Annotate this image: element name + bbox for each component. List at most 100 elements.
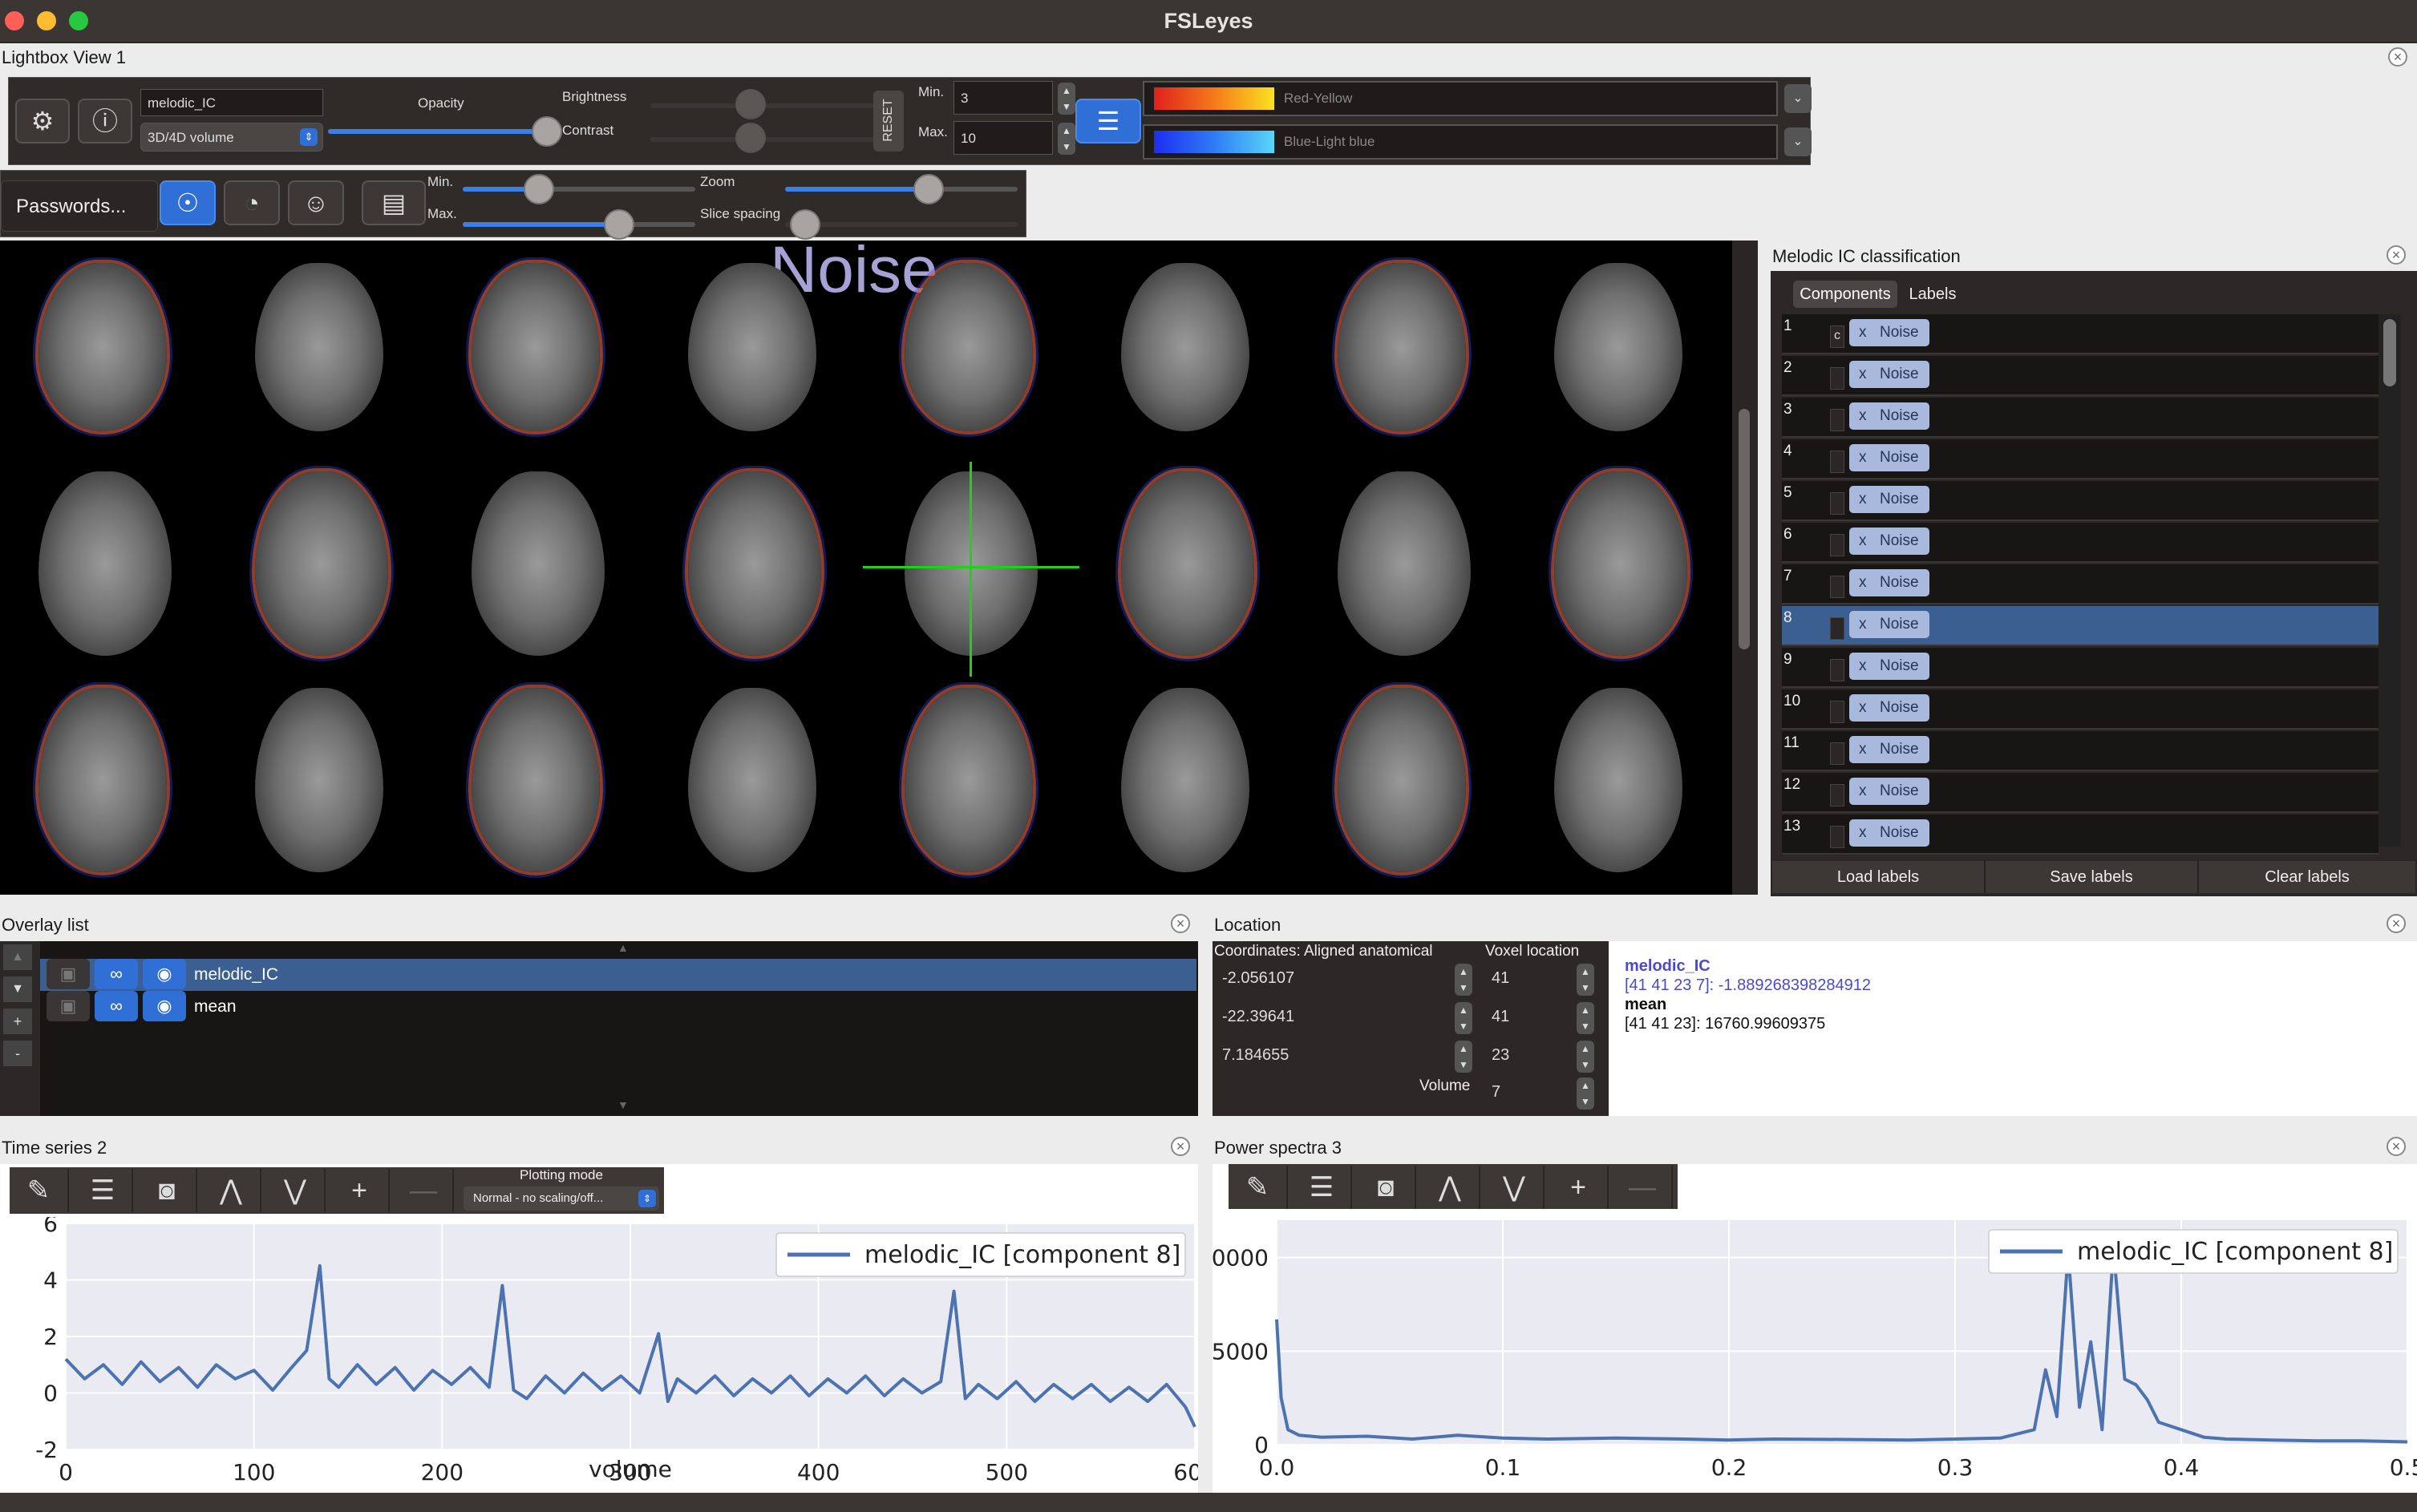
min-spinner[interactable]: ▲ ▼ xyxy=(1058,83,1075,115)
slice-grid-icon[interactable]: ▤ xyxy=(362,180,426,225)
remove-tag-icon[interactable]: x xyxy=(1859,319,1867,346)
component-checkbox[interactable] xyxy=(1830,617,1844,640)
component-row[interactable]: 7 x Noise xyxy=(1782,564,2379,604)
add-overlay-button[interactable]: + xyxy=(3,1009,32,1034)
save-labels-button[interactable]: Save labels xyxy=(1986,861,2199,893)
coord-z-spinner[interactable]: ▲ ▼ xyxy=(1455,1041,1472,1073)
add-series-icon[interactable]: + xyxy=(1549,1166,1609,1209)
list-icon[interactable]: ☰ xyxy=(74,1169,133,1212)
component-row[interactable]: 1 c x Noise xyxy=(1782,314,2379,354)
voxel-y-spinner[interactable]: ▲ ▼ xyxy=(1577,1002,1594,1034)
remove-tag-icon[interactable]: x xyxy=(1859,486,1867,513)
timeseries-plot-area[interactable]: 0100200300400500600-20246volumemelodic_I… xyxy=(0,1217,1198,1493)
coronal-view-icon[interactable]: ☺ xyxy=(288,180,344,225)
voxel-x-spinner[interactable]: ▲ ▼ xyxy=(1577,964,1594,996)
component-row[interactable]: 6 x Noise xyxy=(1782,523,2379,563)
voxel-z-field[interactable]: 23 xyxy=(1485,1039,1573,1071)
coord-y-spinner[interactable]: ▲ ▼ xyxy=(1455,1002,1472,1034)
visibility-eye-icon[interactable]: ◉ xyxy=(143,959,186,989)
negative-colormap-select[interactable]: Blue-Light blue xyxy=(1143,124,1778,160)
component-row[interactable]: 3 x Noise xyxy=(1782,398,2379,438)
label-tag[interactable]: x Noise xyxy=(1849,694,1929,722)
remove-tag-icon[interactable]: x xyxy=(1859,402,1867,430)
camera-screenshot-icon[interactable]: ◙ xyxy=(138,1169,197,1212)
info-icon[interactable]: ⓘ xyxy=(78,99,132,144)
component-checkbox[interactable] xyxy=(1830,409,1844,431)
component-checkbox[interactable]: c xyxy=(1830,325,1844,348)
overlay-row-melodic[interactable]: ▣ ∞ ◉ melodic_IC xyxy=(40,959,1196,991)
save-overlay-icon[interactable]: ▣ xyxy=(47,991,90,1021)
coord-x-field[interactable]: -2.056107 xyxy=(1216,962,1456,994)
label-tag[interactable]: x Noise xyxy=(1849,653,1929,680)
component-checkbox[interactable] xyxy=(1830,534,1844,556)
power-spectra-chart[interactable]: 0.00.10.20.30.40.50500010000melodic_IC [… xyxy=(1213,1209,2417,1493)
move-down-button[interactable]: ▼ xyxy=(3,976,32,1002)
label-tag[interactable]: x Noise xyxy=(1849,319,1929,346)
label-tag[interactable]: x Noise xyxy=(1849,528,1929,555)
list-scroll-down-icon[interactable]: ▼ xyxy=(617,1098,629,1111)
voxel-x-field[interactable]: 41 xyxy=(1485,962,1573,994)
volume-field[interactable]: 7 xyxy=(1485,1076,1573,1108)
zoom-handle[interactable] xyxy=(913,174,944,204)
negative-colormap-chevron-icon[interactable]: ⌄ xyxy=(1784,127,1812,156)
add-series-icon[interactable]: + xyxy=(330,1169,390,1212)
component-checkbox[interactable] xyxy=(1830,576,1844,598)
coord-z-field[interactable]: 7.184655 xyxy=(1216,1039,1456,1071)
overlay-name-field[interactable]: melodic_IC xyxy=(140,89,323,116)
link-overlay-icon[interactable]: ∞ xyxy=(95,959,138,989)
component-checkbox[interactable] xyxy=(1830,492,1844,515)
link-colormap-icon[interactable]: ☰ xyxy=(1075,99,1141,144)
label-tag[interactable]: x Noise xyxy=(1849,569,1929,596)
remove-tag-icon[interactable]: x xyxy=(1859,528,1867,555)
component-row[interactable]: 8 x Noise xyxy=(1782,606,2379,646)
component-checkbox[interactable] xyxy=(1830,367,1844,390)
component-checkbox[interactable] xyxy=(1830,451,1844,473)
component-row[interactable]: 5 x Noise xyxy=(1782,481,2379,521)
label-tag[interactable]: x Noise xyxy=(1849,611,1929,638)
component-row[interactable]: 9 x Noise xyxy=(1782,648,2379,688)
reset-button[interactable]: RESET xyxy=(873,91,904,152)
timeseries-chart[interactable]: 0100200300400500600-20246volumemelodic_I… xyxy=(0,1217,1198,1493)
overlay-type-select[interactable]: 3D/4D volume ⇕ xyxy=(140,123,323,152)
contrast-slider-handle[interactable] xyxy=(735,123,766,153)
label-tag[interactable]: x Noise xyxy=(1849,361,1929,388)
remove-tag-icon[interactable]: x xyxy=(1859,444,1867,471)
wrench-settings-icon[interactable]: ✎ xyxy=(10,1169,69,1212)
component-checkbox[interactable] xyxy=(1830,701,1844,723)
list-icon[interactable]: ☰ xyxy=(1293,1166,1352,1209)
settings-gear-icon[interactable]: ⚙ xyxy=(15,99,70,144)
component-checkbox[interactable] xyxy=(1830,742,1844,765)
component-scrollbar-thumb[interactable] xyxy=(2383,319,2396,386)
axial-view-icon[interactable]: ☉ xyxy=(160,180,216,225)
component-scrollbar[interactable] xyxy=(2379,314,2401,847)
min-value-field[interactable]: 3 xyxy=(953,81,1053,115)
remove-tag-icon[interactable]: x xyxy=(1859,653,1867,680)
brightness-slider[interactable] xyxy=(650,103,883,108)
coord-y-field[interactable]: -22.39641 xyxy=(1216,1001,1456,1033)
remove-series-icon[interactable]: — xyxy=(395,1169,454,1212)
tab-labels[interactable]: Labels xyxy=(1901,281,1965,308)
lightbox-canvas[interactable]: Noise xyxy=(0,233,1732,895)
export-data-icon[interactable]: ⋁ xyxy=(266,1169,326,1212)
move-up-button[interactable]: ▲ xyxy=(3,944,32,970)
remove-tag-icon[interactable]: x xyxy=(1859,694,1867,722)
lightbox-scrollbar-thumb[interactable] xyxy=(1739,409,1750,649)
remove-tag-icon[interactable]: x xyxy=(1859,611,1867,638)
component-row[interactable]: 12 x Noise xyxy=(1782,773,2379,813)
passwords-button[interactable]: Passwords... xyxy=(1,180,158,232)
power-plot-area[interactable]: 0.00.10.20.30.40.50500010000melodic_IC [… xyxy=(1213,1209,2417,1493)
label-tag[interactable]: x Noise xyxy=(1849,778,1929,805)
save-overlay-icon[interactable]: ▣ xyxy=(47,959,90,989)
brightness-slider-handle[interactable] xyxy=(735,89,766,119)
max-value-field[interactable]: 10 xyxy=(953,121,1053,155)
tab-components[interactable]: Components xyxy=(1793,281,1897,308)
remove-tag-icon[interactable]: x xyxy=(1859,736,1867,763)
lightbox-scrollbar[interactable] xyxy=(1732,241,1758,895)
timeseries-close-icon[interactable]: × xyxy=(1171,1137,1190,1156)
remove-tag-icon[interactable]: x xyxy=(1859,819,1867,847)
component-row[interactable]: 4 x Noise xyxy=(1782,439,2379,479)
component-row[interactable]: 2 x Noise xyxy=(1782,356,2379,396)
max-spinner[interactable]: ▲ ▼ xyxy=(1058,123,1075,155)
label-tag[interactable]: x Noise xyxy=(1849,402,1929,430)
load-labels-button[interactable]: Load labels xyxy=(1772,861,1986,893)
